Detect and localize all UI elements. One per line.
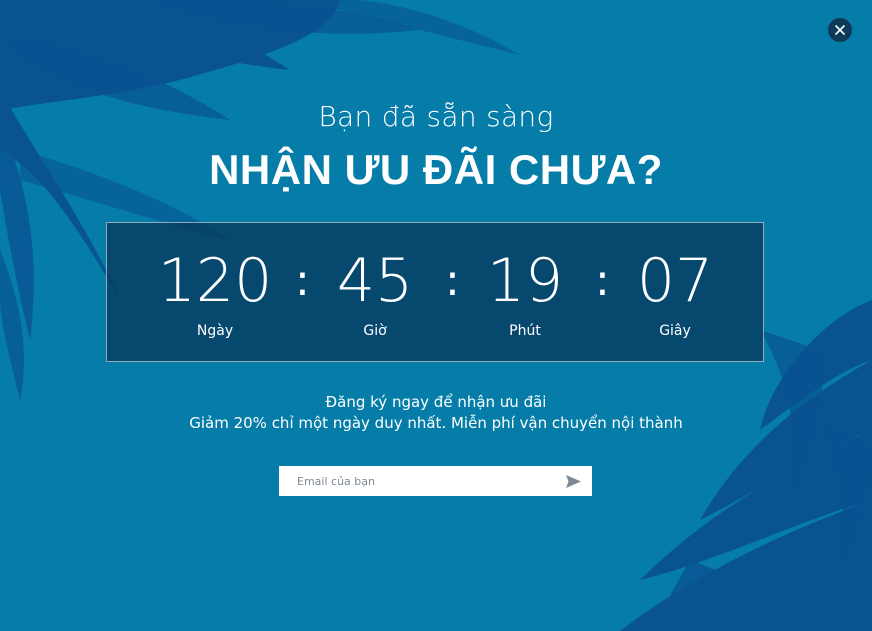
countdown-seconds-value: 07	[636, 246, 714, 316]
countdown-minutes-value: 19	[486, 246, 564, 316]
countdown-seconds: 07 Giây	[605, 247, 745, 339]
close-button[interactable]	[828, 18, 852, 42]
countdown-seconds-label: Giây	[659, 323, 691, 339]
offer-line-discount: Giảm 20% chỉ một ngày duy nhất. Miễn phí…	[189, 414, 683, 432]
countdown-days: 120 Ngày	[145, 247, 285, 339]
countdown-hours-label: Giờ	[363, 323, 387, 339]
countdown-days-label: Ngày	[196, 323, 234, 339]
promo-popup: Bạn đã sẵn sàng NHẬN ƯU ĐÃI CHƯA? 120 Ng…	[0, 0, 872, 631]
send-icon	[565, 474, 581, 488]
offer-line-signup: Đăng ký ngay để nhận ưu đãi	[325, 393, 547, 411]
offer-description: Đăng ký ngay để nhận ưu đãi Giảm 20% chỉ…	[0, 392, 872, 434]
countdown-minutes: 19 Phút	[455, 247, 595, 339]
email-signup-form	[279, 466, 592, 496]
countdown-hours-value: 45	[336, 246, 414, 316]
countdown-timer: 120 Ngày : 45 Giờ : 19 Phút : 07 Giây	[106, 222, 764, 362]
popup-title: NHẬN ƯU ĐÃI CHƯA?	[209, 146, 663, 193]
countdown-days-value: 120	[157, 246, 273, 316]
close-icon	[835, 25, 845, 35]
popup-subtitle: Bạn đã sẵn sàng	[318, 100, 554, 133]
countdown-hours: 45 Giờ	[305, 247, 445, 339]
email-input[interactable]	[279, 466, 557, 496]
countdown-minutes-label: Phút	[509, 323, 541, 339]
submit-button[interactable]	[564, 472, 582, 490]
